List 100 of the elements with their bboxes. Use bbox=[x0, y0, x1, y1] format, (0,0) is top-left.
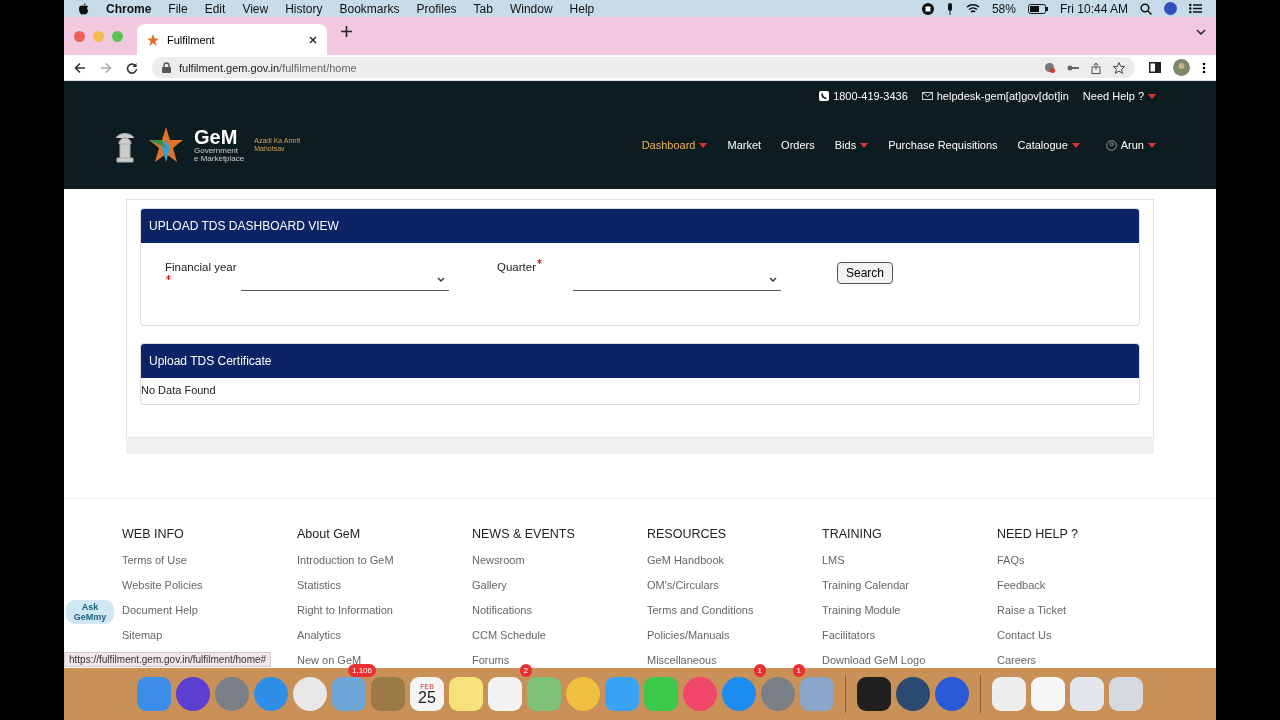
need-help-menu[interactable]: Need Help ? bbox=[1082, 90, 1156, 102]
notification-badge: 2 bbox=[519, 664, 532, 677]
footer-link[interactable]: Right to Information bbox=[297, 604, 393, 616]
notification-badge: 1 bbox=[753, 664, 766, 677]
email-link[interactable]: helpdesk-gem[at]gov[dot]in bbox=[936, 90, 1069, 102]
footer-link[interactable]: Raise a Ticket bbox=[997, 604, 1067, 616]
nav-item[interactable]: Catalogue bbox=[1017, 139, 1080, 151]
address-bar[interactable]: fulfilment.gem.gov.in/fulfilment/home bbox=[152, 57, 1135, 78]
profile-avatar-icon[interactable] bbox=[1173, 59, 1190, 76]
footer-link[interactable]: Document Help bbox=[122, 604, 198, 616]
phone-number[interactable]: 1800-419-3436 bbox=[833, 90, 908, 102]
footer-link[interactable]: Download GeM Logo bbox=[822, 654, 926, 666]
footer-heading: NEED HELP ? bbox=[997, 527, 1079, 541]
footer-link[interactable]: Training Calendar bbox=[822, 579, 910, 591]
caret-icon bbox=[1148, 142, 1156, 148]
menu-item[interactable]: History bbox=[285, 1, 323, 16]
back-icon[interactable] bbox=[74, 61, 86, 74]
user-menu[interactable]: Arun bbox=[1120, 139, 1156, 151]
menu-item[interactable]: Window bbox=[509, 1, 553, 16]
footer-link[interactable]: Analytics bbox=[297, 629, 342, 641]
footer-link[interactable]: Facilitators bbox=[822, 629, 876, 641]
more-icon[interactable] bbox=[1202, 61, 1206, 74]
nav-item[interactable]: Orders bbox=[781, 139, 815, 151]
menu-item[interactable]: Edit bbox=[204, 1, 226, 16]
clock: Fri 10:44 AM bbox=[1059, 1, 1128, 16]
nav-item[interactable]: Market bbox=[727, 139, 762, 151]
footer-link[interactable]: CCM Schedule bbox=[472, 629, 546, 641]
field-label: Financial year bbox=[165, 261, 237, 273]
footer-link[interactable]: GeM Handbook bbox=[647, 554, 725, 566]
share-icon[interactable] bbox=[1091, 61, 1101, 74]
chevron-down-icon bbox=[437, 277, 445, 282]
wifi-icon[interactable] bbox=[965, 3, 980, 14]
microphone-icon[interactable] bbox=[945, 2, 954, 15]
phone-icon bbox=[819, 91, 830, 101]
star-logo-icon bbox=[147, 33, 159, 46]
menu-item[interactable]: View bbox=[242, 1, 269, 16]
star-icon[interactable] bbox=[1113, 61, 1125, 74]
sidebar-icon[interactable] bbox=[1149, 62, 1161, 73]
footer-link[interactable]: Notifications bbox=[472, 604, 532, 616]
nav-item[interactable]: Bids bbox=[834, 139, 869, 151]
nav-item[interactable]: Dashboard bbox=[641, 139, 708, 151]
footer-link[interactable]: FAQs bbox=[997, 554, 1025, 566]
footer-link[interactable]: Website Policies bbox=[122, 579, 203, 591]
footer-link[interactable]: Newsroom bbox=[472, 554, 525, 566]
footer-link[interactable]: Miscellaneous bbox=[647, 654, 717, 666]
footer-heading: TRAINING bbox=[822, 527, 882, 541]
chevron-down-icon[interactable] bbox=[1196, 29, 1206, 35]
app-menu[interactable]: Chrome bbox=[106, 1, 152, 16]
reload-icon[interactable] bbox=[126, 61, 138, 74]
footer-link[interactable]: Sitemap bbox=[122, 629, 163, 641]
field-label: Quarter bbox=[497, 261, 536, 273]
menu-item[interactable]: Tab bbox=[473, 1, 493, 16]
menu-item[interactable]: Bookmarks bbox=[339, 1, 400, 16]
footer-link[interactable]: Introduction to GeM bbox=[297, 554, 394, 566]
footer-link[interactable]: LMS bbox=[822, 554, 845, 566]
nav-item[interactable]: Purchase Requisitions bbox=[888, 139, 998, 151]
list-icon[interactable] bbox=[1189, 3, 1202, 14]
footer-link[interactable]: Terms and Conditions bbox=[647, 604, 754, 616]
footer-link[interactable]: New on GeM bbox=[297, 654, 362, 666]
footer-heading: WEB INFO bbox=[122, 527, 184, 541]
user-avatar-icon[interactable] bbox=[1164, 2, 1177, 15]
search-icon[interactable] bbox=[1140, 2, 1152, 15]
app-icon[interactable] bbox=[896, 677, 930, 711]
menu-item[interactable]: File bbox=[168, 1, 188, 16]
logo-subtitle: Government bbox=[194, 147, 240, 155]
footer-link[interactable]: OM's/Circulars bbox=[647, 579, 719, 591]
footer-link[interactable]: Forums bbox=[472, 654, 510, 666]
footer-heading: RESOURCES bbox=[647, 527, 727, 541]
new-tab-icon[interactable] bbox=[341, 25, 352, 37]
app-icon[interactable] bbox=[857, 677, 891, 711]
lock-icon bbox=[162, 62, 171, 73]
close-tab-icon[interactable] bbox=[309, 35, 317, 44]
record-icon[interactable] bbox=[921, 2, 934, 15]
battery-icon[interactable] bbox=[1027, 3, 1048, 14]
empty-message: No Data Found bbox=[141, 383, 217, 398]
key-icon[interactable] bbox=[1067, 63, 1079, 72]
footer-link[interactable]: Terms of Use bbox=[122, 554, 187, 566]
footer-link[interactable]: Contact Us bbox=[997, 629, 1052, 641]
status-url: https://fulfilment.gem.gov.in/fulfilment/home# bbox=[64, 652, 272, 667]
menu-item[interactable]: Profiles bbox=[416, 1, 457, 16]
battery-percent: 58% bbox=[991, 1, 1016, 16]
footer-heading: NEWS & EVENTS bbox=[472, 527, 575, 541]
chatbot-button[interactable]: Ask GeMmy bbox=[66, 600, 114, 624]
calendar-day: 25 bbox=[418, 689, 436, 706]
footer-link[interactable]: Feedback bbox=[997, 579, 1046, 591]
notification-badge: 1 bbox=[792, 664, 805, 677]
search-button[interactable]: Search bbox=[837, 262, 894, 284]
browser-tab[interactable]: Fulfilment bbox=[137, 24, 327, 55]
menu-item[interactable]: Help bbox=[569, 1, 595, 16]
footer-heading: About GeM bbox=[297, 527, 361, 541]
close-window-button[interactable] bbox=[74, 30, 85, 42]
footer-link[interactable]: Gallery bbox=[472, 579, 507, 591]
footer-link[interactable]: Policies/Manuals bbox=[647, 629, 730, 641]
maximize-window-button[interactable] bbox=[112, 30, 123, 42]
footer-link[interactable]: Careers bbox=[997, 654, 1037, 666]
footer-link[interactable]: Training Module bbox=[822, 604, 901, 616]
user-icon bbox=[1105, 139, 1117, 151]
forward-icon[interactable] bbox=[100, 61, 112, 74]
footer-link[interactable]: Statistics bbox=[297, 579, 341, 591]
apple-icon[interactable] bbox=[78, 2, 89, 15]
